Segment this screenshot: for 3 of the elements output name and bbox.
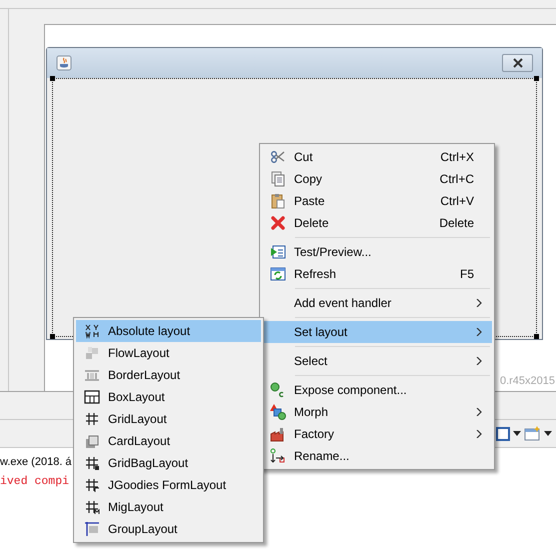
console-line: w.exe (2018. á bbox=[0, 455, 72, 470]
version-text: 0.r45x2015 bbox=[500, 374, 555, 388]
console-line: ived compi bbox=[0, 474, 70, 490]
